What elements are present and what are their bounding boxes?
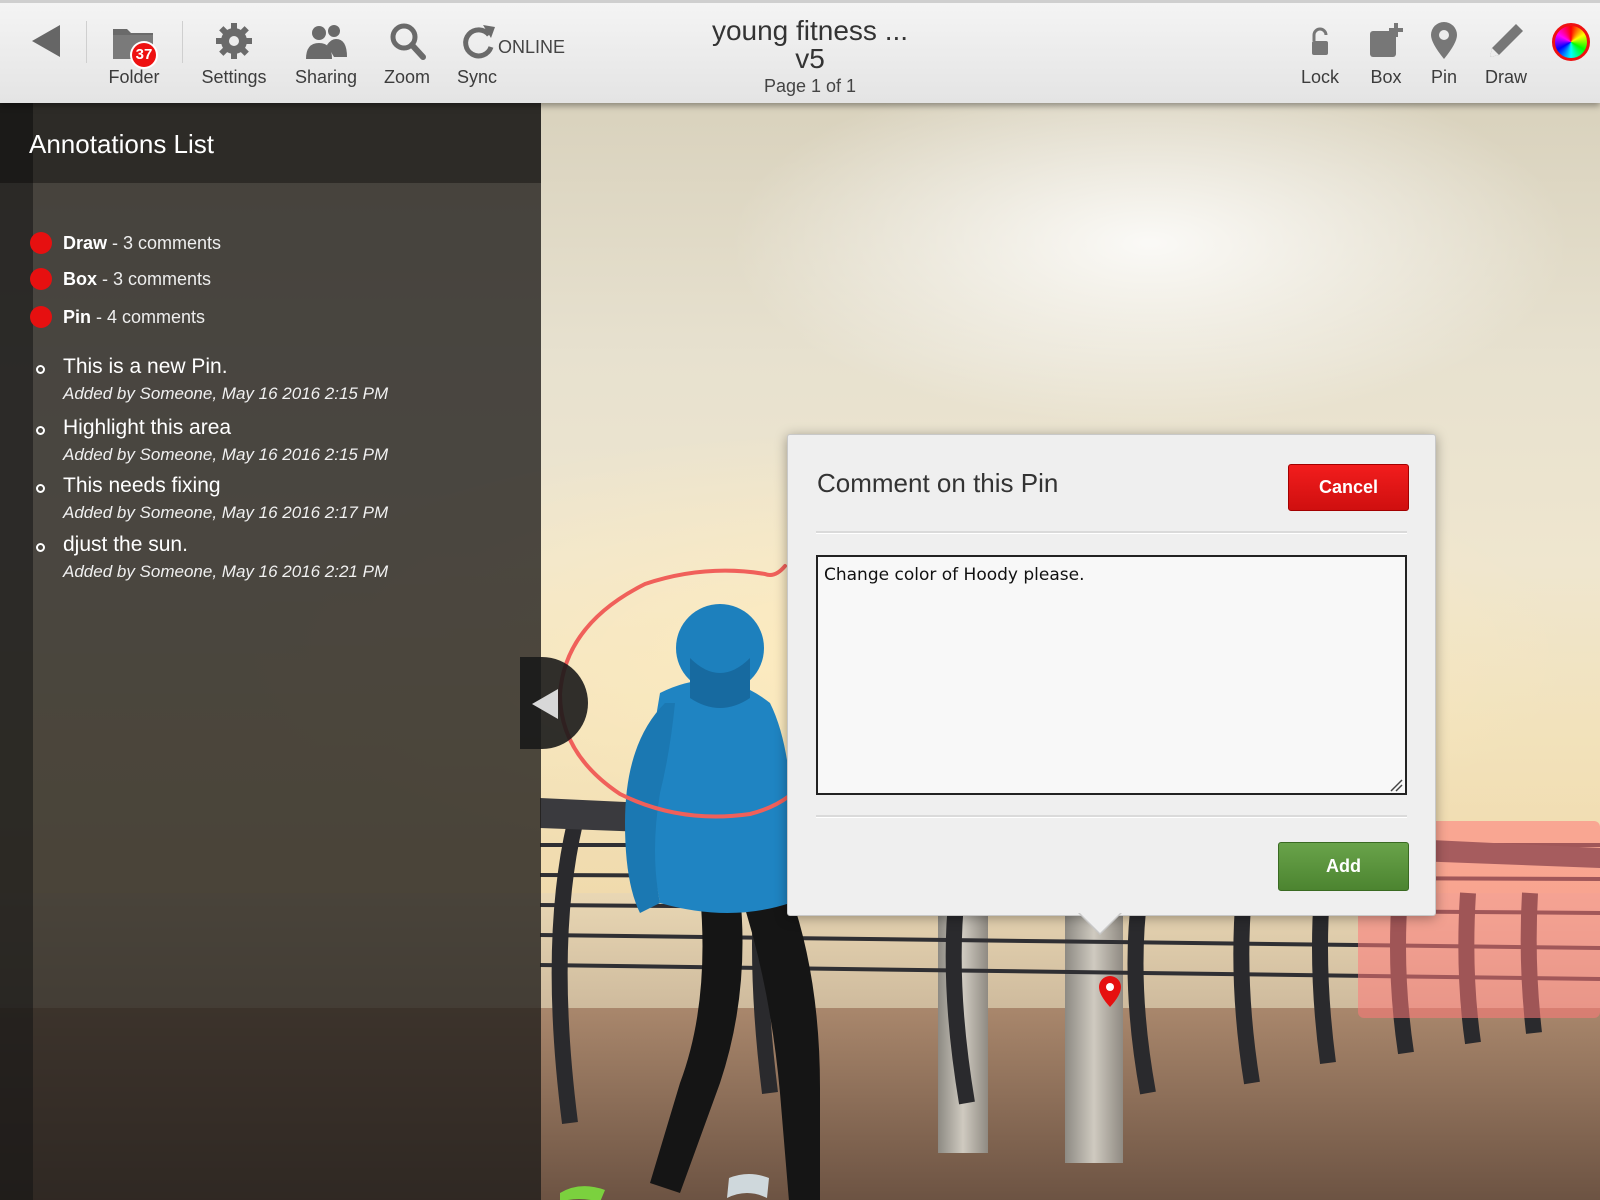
category-color-dot: [30, 268, 52, 290]
pencil-icon: [1490, 24, 1523, 57]
sync-status-text: ONLINE: [498, 37, 566, 57]
comment-meta: Added by Someone, May 16 2016 2:17 PM: [63, 503, 389, 522]
sidebar-header: Annotations List: [0, 103, 541, 183]
comment-bullet: [36, 426, 45, 435]
users-icon: [306, 25, 347, 59]
category-count: - 4 comments: [91, 307, 206, 327]
popup-divider: [816, 815, 1407, 818]
sharing-label: Sharing: [294, 67, 358, 87]
lock-icon: [1312, 27, 1328, 55]
sync-label: Sync: [456, 67, 498, 87]
pin-button[interactable]: Pin: [1428, 21, 1460, 88]
pin-annotation-marker[interactable]: [1099, 976, 1121, 1007]
comment-text: This is a new Pin.: [63, 355, 228, 378]
collapse-arrow-icon: [532, 689, 558, 719]
comment-text: djust the sun.: [63, 533, 188, 556]
comment-textarea[interactable]: Change color of Hoody please.: [816, 555, 1407, 795]
folder-label: Folder: [108, 67, 160, 87]
category-name: Draw: [63, 233, 108, 253]
magnifier-icon: [390, 23, 426, 60]
page-indicator: Page 1 of 1: [763, 76, 857, 96]
document-version: v5: [795, 43, 825, 74]
sidebar-edge: [0, 103, 33, 1200]
add-box-icon: [1370, 23, 1403, 57]
comment-meta: Added by Someone, May 16 2016 2:21 PM: [63, 562, 389, 581]
annotations-sidebar: Annotations List Draw - 3 comments Box -…: [0, 103, 541, 1200]
popup-title: Comment on this Pin: [817, 468, 1059, 498]
comment-bullet: [36, 365, 45, 374]
draw-label: Draw: [1484, 67, 1527, 87]
document-title: young fitness ...: [711, 15, 909, 46]
sync-icon: [463, 25, 495, 59]
toolbar-separator: [86, 21, 87, 63]
comment-text: This needs fixing: [63, 474, 221, 497]
resize-grip-icon[interactable]: [1389, 778, 1403, 792]
box-button[interactable]: Box: [1366, 21, 1406, 88]
sidebar-title: Annotations List: [29, 129, 215, 159]
comment-text: Highlight this area: [63, 416, 232, 439]
comment-popup: Comment on this Pin Cancel Change color …: [787, 434, 1436, 935]
comment-bullet: [36, 543, 45, 552]
runner-figure: [560, 604, 820, 1200]
comment-meta: Added by Someone, May 16 2016 2:15 PM: [63, 445, 389, 464]
popup-pointer: [1078, 912, 1122, 935]
lock-button[interactable]: Lock: [1298, 21, 1342, 88]
add-button[interactable]: Add: [1278, 842, 1409, 891]
category-color-dot: [30, 306, 52, 328]
category-color-dot: [30, 232, 52, 254]
color-wheel-icon[interactable]: [1552, 23, 1590, 61]
category-count: - 3 comments: [97, 269, 212, 289]
category-count: - 3 comments: [107, 233, 222, 253]
lock-label: Lock: [1300, 67, 1340, 87]
gear-icon: [216, 23, 252, 59]
document-title-block: young fitness ... v5 Page 1 of 1: [650, 17, 970, 97]
settings-label: Settings: [201, 67, 267, 87]
sharing-button[interactable]: Sharing: [287, 21, 365, 88]
sync-button[interactable]: Sync: [452, 21, 502, 88]
settings-button[interactable]: Settings: [197, 21, 271, 88]
pin-label: Pin: [1430, 67, 1457, 87]
toolbar: 37 Folder Settings Sharing Zoom Sync ONL…: [0, 0, 1600, 103]
popup-divider: [816, 531, 1407, 534]
box-label: Box: [1370, 67, 1402, 87]
zoom-label: Zoom: [383, 67, 430, 87]
cancel-button[interactable]: Cancel: [1288, 464, 1409, 511]
back-arrow-icon: [32, 25, 60, 57]
category-name: Box: [63, 269, 98, 289]
folder-button[interactable]: 37 Folder: [104, 21, 164, 88]
folder-count-badge: 37: [132, 43, 156, 67]
pin-icon: [1431, 22, 1457, 59]
zoom-button[interactable]: Zoom: [381, 21, 433, 88]
toolbar-separator: [182, 21, 183, 63]
back-button[interactable]: [30, 23, 62, 59]
draw-button[interactable]: Draw: [1484, 21, 1528, 88]
comment-meta: Added by Someone, May 16 2016 2:15 PM: [63, 384, 389, 403]
comment-bullet: [36, 484, 45, 493]
category-name: Pin: [63, 307, 92, 327]
